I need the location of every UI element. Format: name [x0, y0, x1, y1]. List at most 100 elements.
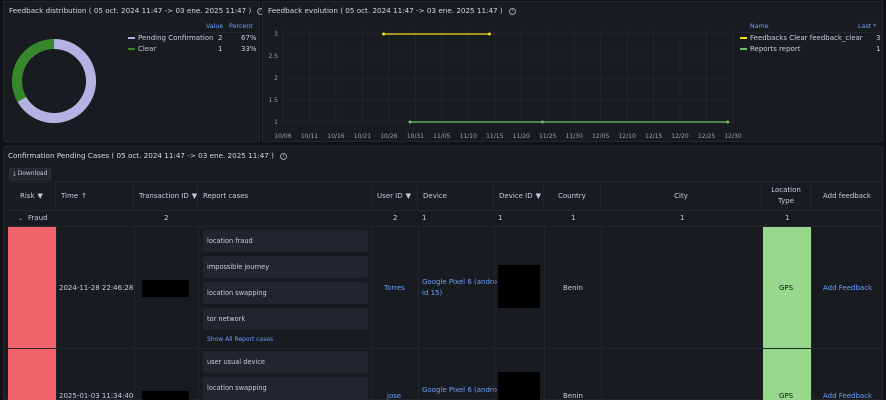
time-value: 2024-11-28 22:46:28: [59, 284, 134, 292]
col-divider: [372, 226, 373, 400]
report-case-item: user usual device: [203, 351, 368, 373]
x-tick-label: 11/05: [433, 133, 450, 140]
col-divider: [494, 226, 495, 400]
x-tick-label: 10/06: [274, 133, 291, 140]
distribution-legend-value-header[interactable]: Value: [206, 23, 223, 30]
device-id-redacted: [498, 372, 540, 400]
download-button[interactable]: ⤓ Download: [9, 168, 52, 180]
col-header-location-type[interactable]: Location Type: [762, 181, 811, 211]
x-tick-label: 10/11: [301, 133, 318, 140]
donut-chart: [12, 39, 96, 123]
filter-icon[interactable]: ▼: [536, 192, 541, 200]
cases-title: Confirmation Pending Cases ( 05 oct. 202…: [8, 151, 274, 160]
filter-icon[interactable]: ▼: [38, 192, 43, 200]
transaction-id-redacted: [142, 280, 189, 297]
legend-percent: 67%: [241, 34, 257, 42]
col-header-country[interactable]: Country: [544, 181, 601, 211]
download-icon: ⤓: [13, 170, 16, 177]
col-divider: [198, 226, 199, 400]
location-type-value: GPS: [779, 284, 794, 292]
legend-value: 1: [218, 45, 223, 53]
col-label: Device: [423, 192, 447, 200]
show-all-report-cases-link[interactable]: Show All Report cases: [207, 336, 273, 343]
legend-label: Clear: [138, 45, 157, 53]
report-case-item: location swapping: [203, 282, 368, 304]
info-icon[interactable]: i: [279, 152, 287, 160]
group-count-user: 2: [393, 214, 398, 222]
col-label: Risk: [20, 192, 35, 200]
x-tick-label: 12/20: [671, 133, 688, 140]
col-header-device[interactable]: Device: [418, 181, 494, 211]
legend-last: 1: [876, 45, 881, 53]
user-id-link[interactable]: Torres: [384, 284, 405, 292]
data-point: [408, 120, 412, 124]
filter-icon[interactable]: ▼: [192, 192, 197, 200]
device-link-line2[interactable]: id 15): [422, 289, 442, 297]
data-point: [726, 120, 730, 124]
col-header-transaction-id[interactable]: Transaction ID ▼: [134, 181, 198, 211]
x-tick-label: 10/31: [407, 133, 424, 140]
col-label: Device ID: [499, 192, 533, 200]
col-label: Transaction ID: [139, 192, 189, 200]
x-tick-label: 12/10: [618, 133, 635, 140]
row-border: [4, 348, 882, 349]
x-tick-label: 11/15: [486, 133, 503, 140]
distribution-title: Feedback distribution ( 05 oct. 2024 11:…: [9, 6, 252, 15]
group-bottom-border: [4, 226, 882, 227]
col-header-city[interactable]: City: [601, 181, 762, 211]
user-id-link[interactable]: jose: [387, 392, 401, 400]
risk-indicator: [8, 227, 56, 348]
col-header-add-feedback[interactable]: Add feedback: [811, 181, 882, 211]
group-name: Fraud: [28, 214, 48, 222]
x-tick-label: 10/21: [354, 133, 371, 140]
x-tick-label: 11/20: [513, 133, 530, 140]
device-id-redacted: [498, 265, 540, 308]
device-link-line1[interactable]: Google Pixel 6 (andro: [422, 278, 497, 286]
x-tick-label: 11/10: [460, 133, 477, 140]
distribution-legend-percent-header[interactable]: Percent: [229, 23, 253, 30]
legend-divider: [126, 32, 254, 33]
location-type-value: GPS: [779, 392, 794, 400]
legend-label: Feedbacks Clear feedback_clear: [750, 34, 863, 42]
add-feedback-link[interactable]: Add Feedback: [823, 284, 872, 292]
sort-asc-icon[interactable]: ↑: [81, 192, 87, 200]
col-header-time[interactable]: Time ↑: [56, 181, 134, 211]
donut-slice-clear[interactable]: [12, 39, 55, 102]
col-header-report-cases[interactable]: Report cases: [198, 181, 372, 211]
legend-last: 3: [876, 34, 881, 42]
filter-icon[interactable]: ▼: [406, 192, 411, 200]
col-divider: [134, 226, 135, 400]
report-case-item: location fraud: [203, 230, 368, 252]
group-count-location-type: 1: [785, 214, 790, 222]
feedback-evolution-panel: Feedback evolution ( 05 oct. 2024 11:47 …: [262, 1, 883, 142]
col-label: Add feedback: [823, 192, 871, 200]
legend-label: Reports report: [750, 45, 801, 53]
group-toggle[interactable]: ⌄ Fraud: [18, 210, 48, 226]
report-case-item: impossible journey: [203, 256, 368, 278]
device-link-line1[interactable]: Google Pixel 6 (andro: [422, 386, 497, 394]
transaction-id-redacted: [142, 391, 189, 400]
col-label: Country: [558, 192, 586, 200]
chevron-down-icon: ⌄: [18, 214, 24, 222]
col-divider: [811, 226, 812, 400]
data-point: [540, 120, 544, 124]
col-header-user-id[interactable]: User ID ▼: [372, 181, 418, 211]
legend-label: Pending Confirmation: [138, 34, 214, 42]
group-count-city: 1: [680, 214, 685, 222]
group-count-device-id: 1: [498, 214, 503, 222]
data-point: [487, 32, 491, 36]
add-feedback-link[interactable]: Add Feedback: [823, 392, 872, 400]
col-divider: [544, 226, 545, 400]
evolution-legend-name-header[interactable]: Name: [750, 23, 769, 30]
download-label: Download: [17, 170, 48, 177]
col-header-risk[interactable]: Risk ▼: [4, 181, 56, 211]
evolution-legend-last-header[interactable]: Last *: [858, 23, 876, 30]
legend-value: 2: [218, 34, 223, 42]
header-bottom-border: [4, 210, 882, 211]
col-header-device-id[interactable]: Device ID ▼: [494, 181, 544, 211]
col-divider: [418, 226, 419, 400]
col-divider: [601, 226, 602, 400]
group-count-device: 1: [422, 214, 427, 222]
risk-indicator: [8, 349, 56, 400]
y-tick-label: 1: [274, 119, 278, 126]
